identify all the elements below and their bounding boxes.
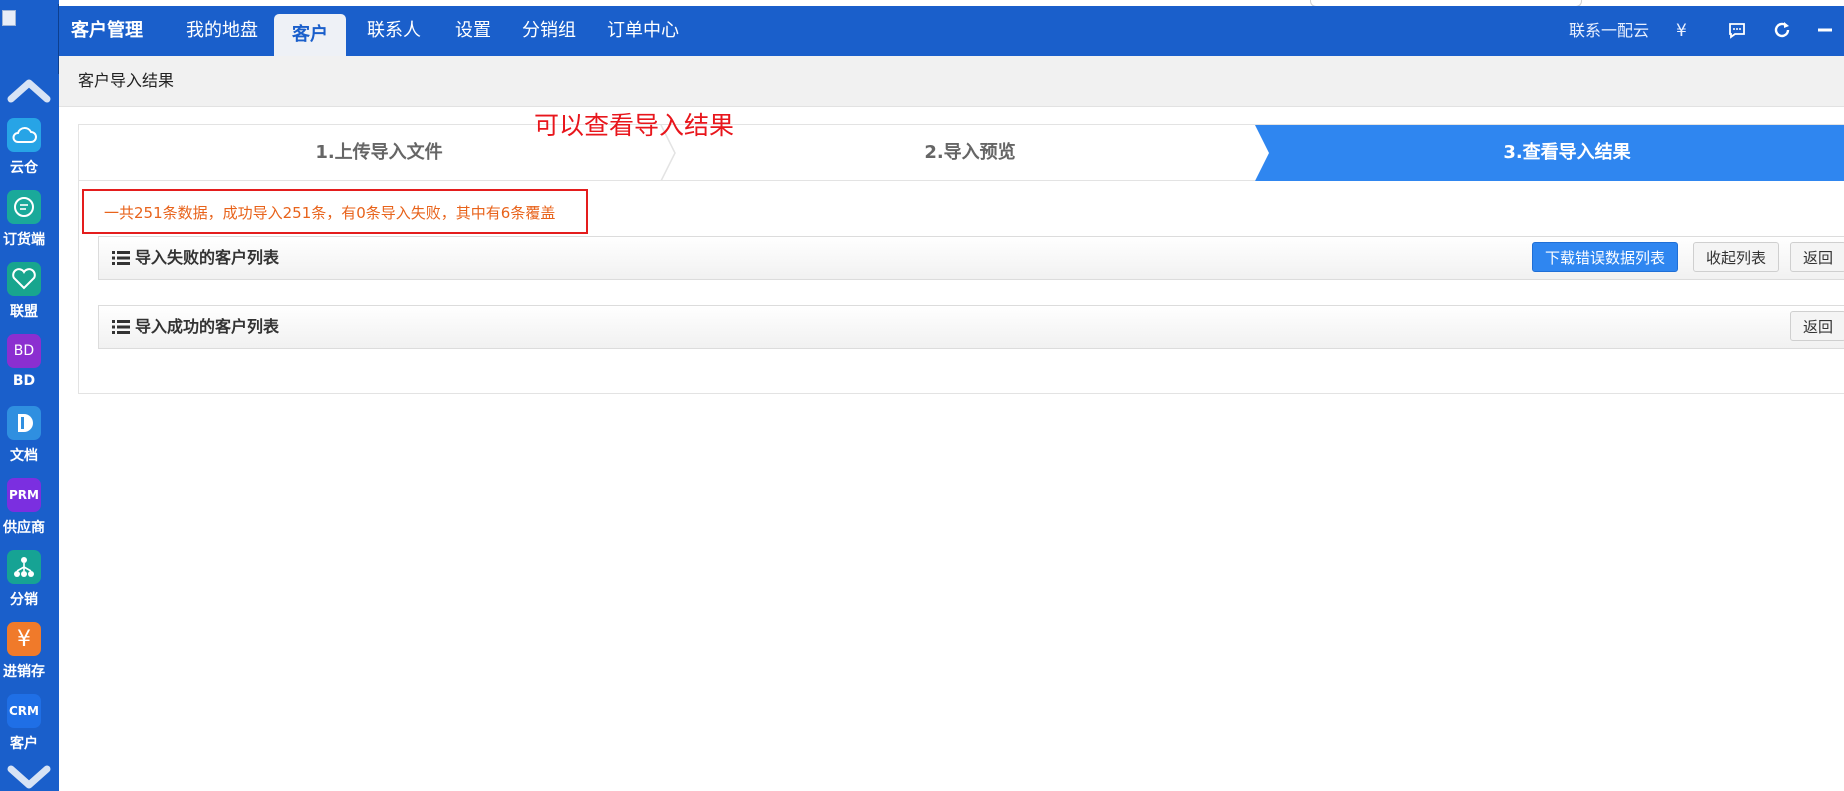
sidebar-app-crm[interactable]: CRM 客户 (0, 694, 48, 753)
scroll-up-button[interactable] (6, 76, 52, 104)
sidebar-app-alliance[interactable]: 联盟 (0, 262, 48, 321)
back-button[interactable]: 返回 (1790, 242, 1844, 272)
import-summary-text: 一共251条数据，成功导入251条，有0条导入失败，其中有6条覆盖 (104, 204, 556, 222)
heart-handshake-icon (7, 262, 41, 296)
sidebar-app-inventory[interactable]: ¥ 进销存 (0, 622, 48, 681)
chevron-down-icon (7, 765, 51, 789)
cloud-icon (7, 118, 41, 152)
yen-icon: ¥ (7, 622, 41, 656)
prm-icon: PRM (7, 478, 41, 512)
page-header: 客户导入结果 (59, 56, 1844, 107)
sidebar-app-distribution[interactable]: 分销 (0, 550, 48, 609)
logo[interactable] (0, 4, 59, 74)
list-icon (112, 251, 130, 265)
sidebar-app-label: 进销存 (3, 664, 45, 680)
sidebar-app-cloud-warehouse[interactable]: 云仓 (0, 118, 48, 177)
sidebar-app-label: 订货端 (3, 232, 45, 248)
sidebar-app-label: 客户 (10, 736, 38, 752)
tab-order-center[interactable]: 订单中心 (599, 6, 687, 56)
back-button[interactable]: 返回 (1790, 311, 1844, 341)
failed-list-heading: 导入失败的客户列表 (112, 237, 279, 279)
annotation-text: 可以查看导入结果 (534, 111, 735, 140)
sidebar-app-bd[interactable]: BD BD (0, 334, 48, 389)
sidebar-app-label: 文档 (10, 448, 38, 464)
hierarchy-icon (7, 550, 41, 584)
refresh-icon[interactable] (1772, 20, 1792, 40)
message-icon[interactable] (1727, 20, 1747, 40)
module-title: 客户管理 (71, 20, 143, 41)
chevron-up-icon (7, 79, 51, 103)
step-view-result: 3.查看导入结果 (1503, 142, 1631, 163)
sidebar-app-order-client[interactable]: 订货端 (0, 190, 48, 249)
success-customers-panel: 导入成功的客户列表 返回 (98, 305, 1844, 349)
sidebar-app-supplier[interactable]: PRM 供应商 (0, 478, 48, 537)
crm-icon: CRM (7, 694, 41, 728)
import-summary-highlight: 一共251条数据，成功导入251条，有0条导入失败，其中有6条覆盖 (82, 189, 588, 234)
app-sidebar: 云仓 订货端 联盟 BD BD 文档 PRM 供应商 分销 ¥ 进销存 CRM … (0, 0, 59, 791)
minimize-icon[interactable] (1815, 20, 1835, 40)
tab-customers[interactable]: 客户 (274, 14, 346, 56)
collapse-list-button[interactable]: 收起列表 (1693, 242, 1780, 272)
sidebar-app-label: 联盟 (10, 304, 38, 320)
tab-distribution-group[interactable]: 分销组 (514, 6, 584, 56)
tab-settings[interactable]: 设置 (446, 6, 500, 56)
tab-contacts[interactable]: 联系人 (359, 6, 429, 56)
sidebar-app-label: 云仓 (10, 160, 38, 176)
bd-icon: BD (7, 334, 41, 368)
broken-image-icon (2, 10, 16, 26)
failed-list-title: 导入失败的客户列表 (135, 248, 280, 267)
top-navbar: 客户管理 我的地盘 客户 联系人 设置 分销组 订单中心 联系一配云 ¥ (59, 6, 1844, 56)
success-list-title: 导入成功的客户列表 (135, 317, 280, 336)
chat-bubble-icon (7, 190, 41, 224)
page-title: 客户导入结果 (78, 71, 175, 90)
scroll-down-button[interactable] (6, 762, 52, 790)
list-icon (112, 320, 130, 334)
sidebar-app-label: 分销 (10, 592, 38, 608)
sidebar-app-documents[interactable]: 文档 (0, 406, 48, 465)
download-error-list-button[interactable]: 下载错误数据列表 (1532, 242, 1679, 272)
step-import-preview: 2.导入预览 (924, 142, 1016, 163)
document-icon (7, 406, 41, 440)
sidebar-app-label: BD (12, 373, 36, 389)
success-list-heading: 导入成功的客户列表 (112, 306, 279, 348)
contact-link[interactable]: 联系一配云 (1569, 6, 1649, 56)
failed-customers-panel: 导入失败的客户列表 下载错误数据列表 收起列表 返回 (98, 236, 1844, 280)
sidebar-app-label: 供应商 (3, 520, 45, 536)
tab-my-territory[interactable]: 我的地盘 (178, 6, 266, 56)
currency-icon[interactable]: ¥ (1676, 6, 1687, 56)
